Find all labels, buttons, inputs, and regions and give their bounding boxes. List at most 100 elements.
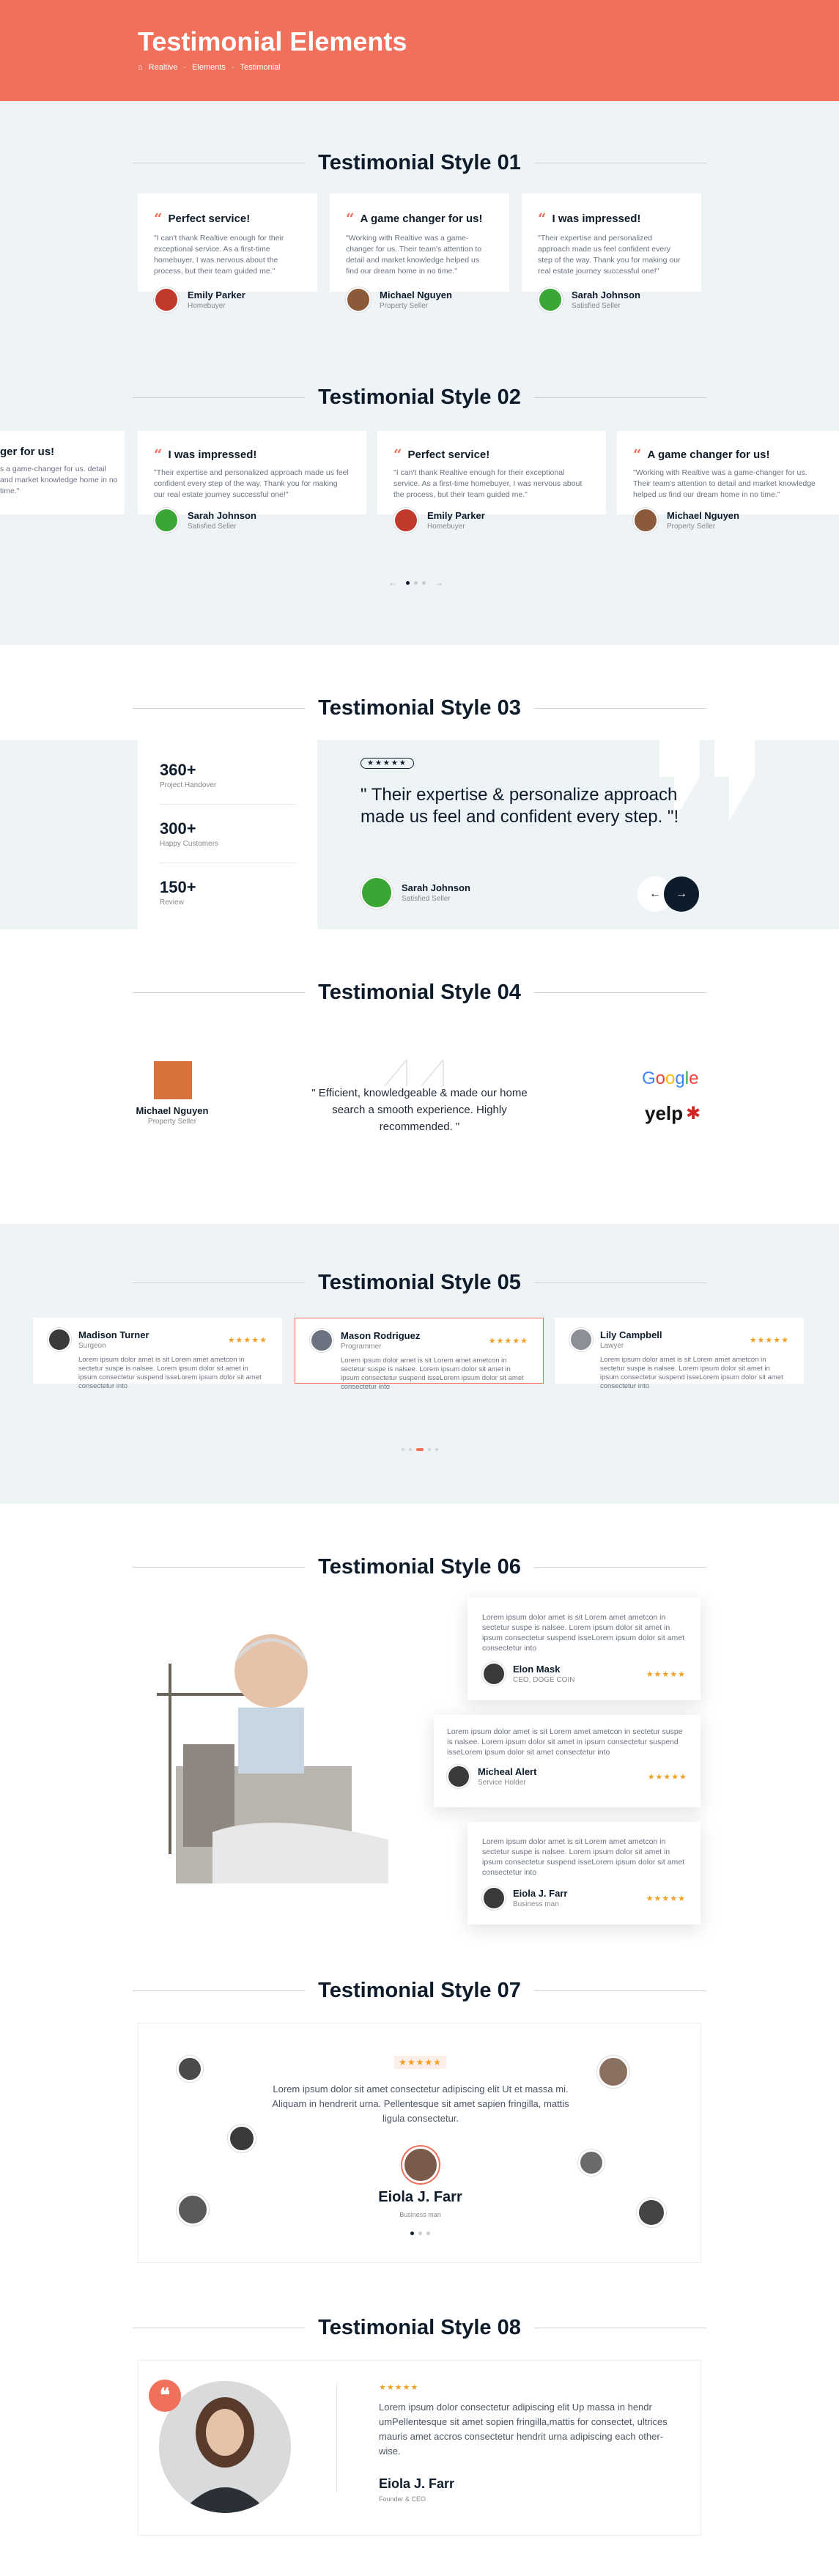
card-text: "Their expertise and personalized approa… xyxy=(538,234,681,276)
carousel-dot[interactable] xyxy=(401,1448,404,1451)
section-title-01: Testimonial Style 01 xyxy=(0,151,839,175)
quote-author: Sarah Johnson Satisfied Seller xyxy=(361,876,470,909)
card-text: "Their expertise and personalized approa… xyxy=(154,468,349,499)
section-style-03: 360+ Project Handover 300+ Happy Custome… xyxy=(0,740,839,929)
avatar xyxy=(154,1061,192,1099)
testimonial-style-08-box: ❝ ★★★★★ Lorem ipsum dolor consectetur ad… xyxy=(138,2360,701,2536)
testimonial-card: “ I was impressed! "Their expertise and p… xyxy=(138,431,366,533)
avatar xyxy=(447,1765,470,1788)
testimonial-card: “ I was impressed! "Their expertise and p… xyxy=(522,193,701,312)
card-title: Perfect service! xyxy=(168,212,251,225)
card-title: I was impressed! xyxy=(552,212,641,225)
person-role: Founder & CEO xyxy=(379,2495,426,2503)
person-name: Michael Nguyen xyxy=(380,289,452,300)
carousel-dots xyxy=(138,2232,702,2235)
card-text: Lorem ipsum dolor amet is sit Lorem amet… xyxy=(482,1837,685,1877)
person-role: Business man xyxy=(399,2211,441,2218)
avatar[interactable] xyxy=(578,2149,605,2176)
section-heading: Testimonial Style 03 xyxy=(318,696,521,720)
rating-stars: ★★★★★ xyxy=(394,2056,446,2069)
section-heading: Testimonial Style 07 xyxy=(318,1979,521,2002)
google-letter: e xyxy=(689,1069,699,1088)
card-text: Lorem ipsum dolor amet is sit Lorem amet… xyxy=(482,1613,685,1653)
avatar xyxy=(154,508,179,533)
rating-stars: ★★★★★ xyxy=(749,1335,789,1345)
rating-badge: ★★★★★ xyxy=(138,2056,702,2069)
avatar xyxy=(633,508,658,533)
section-title-05: Testimonial Style 05 xyxy=(0,1271,839,1295)
avatar[interactable] xyxy=(228,2125,256,2152)
carousel-dot[interactable] xyxy=(422,580,426,585)
card-text: Lorem ipsum dolor amet is sit Lorem amet… xyxy=(78,1356,262,1390)
testimonial-card-active: Mason Rodriguez Programmer ★★★★★ Lorem ips… xyxy=(295,1318,544,1391)
carousel-dot-active[interactable] xyxy=(415,1448,424,1451)
person-role: CEO, DOGE COIN xyxy=(513,1676,575,1684)
card-text: Lorem ipsum dolor amet is sit Lorem amet… xyxy=(447,1727,683,1757)
quote-icon: “ xyxy=(393,446,402,463)
section-heading: Testimonial Style 08 xyxy=(318,2316,521,2339)
reviewer: Michael Nguyen Property Seller xyxy=(117,1105,227,1126)
person-role: Lawyer xyxy=(600,1342,624,1350)
next-button[interactable]: → xyxy=(664,876,699,912)
avatar xyxy=(154,287,179,312)
carousel-dot[interactable] xyxy=(406,580,410,585)
section-heading: Testimonial Style 06 xyxy=(318,1555,521,1579)
testimonial-card: “ A game changer for us! "Working with Re… xyxy=(617,431,839,533)
card-text: "I can't thank Realtive enough for their… xyxy=(154,234,284,276)
testimonial-card: Lorem ipsum dolor amet is sit Lorem amet… xyxy=(467,1822,701,1924)
carousel-dot[interactable] xyxy=(414,580,418,585)
rating-stars: ★★★★★ xyxy=(646,1669,686,1679)
avatar xyxy=(538,287,563,312)
carousel-dot[interactable] xyxy=(435,1448,438,1451)
person-name: Eiola J. Farr xyxy=(379,2476,455,2491)
rating-stars: ★★★★★ xyxy=(227,1335,267,1345)
breadcrumb-separator: - xyxy=(183,63,187,72)
person-role: Satisfied Seller xyxy=(402,895,451,903)
card-text: "Working with Realtive was a game-change… xyxy=(346,234,482,276)
arrow-left-icon[interactable]: ← xyxy=(388,577,397,588)
testimonial-card: “ Perfect service! "I can't thank Realtiv… xyxy=(138,193,317,312)
person-name: Mason Rodriguez xyxy=(341,1330,421,1341)
avatar xyxy=(569,1328,593,1351)
businessman-construction-image xyxy=(157,1634,388,1883)
quote-watermark-icon xyxy=(384,1060,444,1086)
breadcrumb-elements[interactable]: Elements xyxy=(192,63,226,72)
carousel-dot[interactable] xyxy=(426,2232,430,2235)
avatar xyxy=(346,287,371,312)
person-name: Micheal Alert xyxy=(478,1766,537,1777)
breadcrumb-home[interactable]: Realtive xyxy=(149,63,178,72)
person-role: Property Seller xyxy=(667,523,716,531)
section-title-08: Testimonial Style 08 xyxy=(0,2316,839,2340)
section-style-05: Testimonial Style 05 Madison Turner Surge… xyxy=(0,1224,839,1504)
rating-stars: ★★★★★ xyxy=(379,2383,419,2392)
section-title-06: Testimonial Style 06 xyxy=(0,1555,839,1579)
home-icon[interactable]: ⌂ xyxy=(138,63,143,72)
avatar xyxy=(361,876,393,909)
person-role: Property Seller xyxy=(380,302,429,310)
avatar xyxy=(48,1328,71,1351)
person-name: Michael Nguyen xyxy=(136,1105,209,1116)
section-heading: Testimonial Style 05 xyxy=(318,1271,521,1294)
card-text: "I can't thank Realtive enough for their… xyxy=(393,468,583,499)
divider xyxy=(336,2383,337,2492)
person-role: Service Holder xyxy=(478,1779,526,1787)
stat-label: Project Handover xyxy=(160,781,217,789)
rating-stars: ★★★★★ xyxy=(361,758,414,769)
yelp-wordmark: yelp xyxy=(645,1102,684,1124)
carousel-dot[interactable] xyxy=(418,2232,422,2235)
google-letter: o xyxy=(665,1069,676,1088)
carousel-dot[interactable] xyxy=(410,2232,414,2235)
carousel-dot[interactable] xyxy=(427,1448,431,1451)
stat-value: 360+ xyxy=(160,761,196,779)
quote-icon: “ xyxy=(633,446,642,463)
carousel-dot[interactable] xyxy=(408,1448,412,1451)
rating-stars: ★★★★★ xyxy=(647,1772,687,1782)
testimonial-card: Lily Campbell Lawyer ★★★★★ Lorem ipsum dol… xyxy=(555,1318,804,1390)
quote-text: " Their expertise & personalize approach… xyxy=(361,785,679,827)
person-name: Emily Parker xyxy=(188,289,245,300)
arrow-right-icon[interactable]: → xyxy=(435,577,443,588)
quote-text: " Efficient, knowledgeable & made our ho… xyxy=(311,1087,528,1133)
google-letter: G xyxy=(642,1069,656,1088)
google-logo: Google xyxy=(642,1069,698,1089)
card-title: Perfect service! xyxy=(407,448,490,461)
